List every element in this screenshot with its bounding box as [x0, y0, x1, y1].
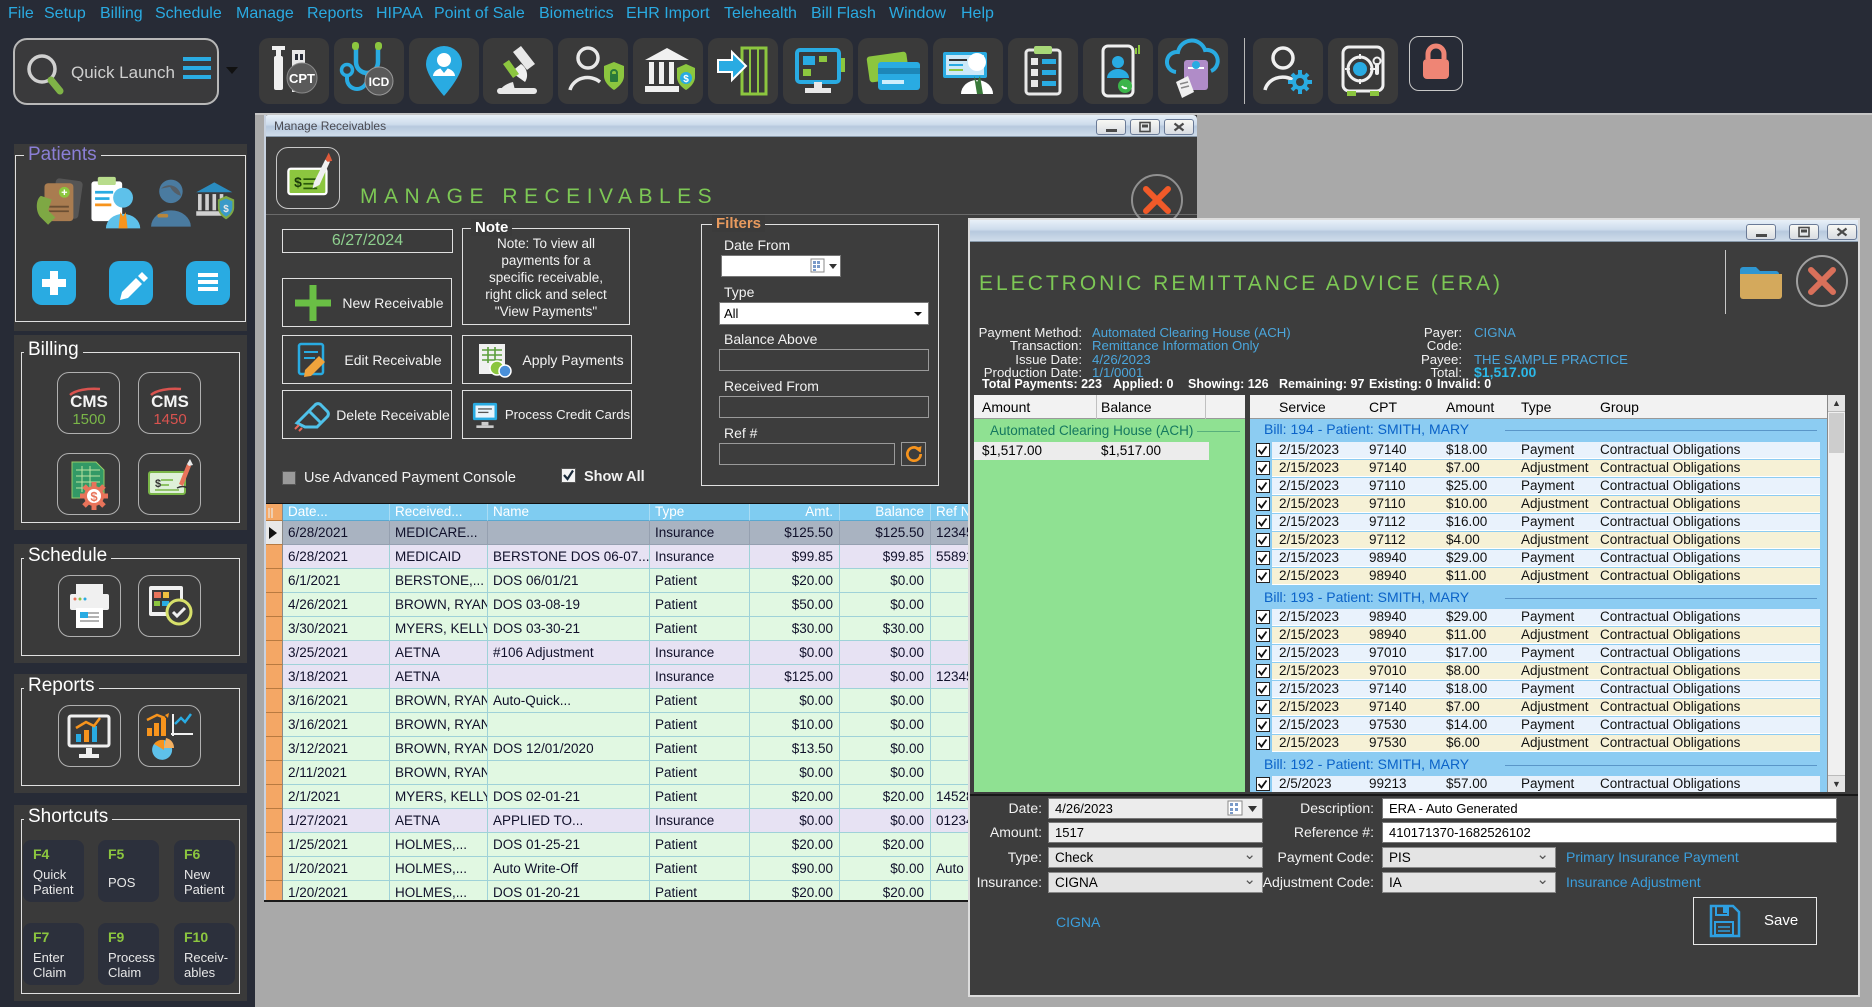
svg-text:CMS: CMS: [151, 392, 189, 411]
svg-text:$: $: [683, 74, 689, 85]
svg-text:1450: 1450: [153, 411, 186, 428]
svg-text:$: $: [155, 478, 161, 490]
svg-text:1500: 1500: [72, 411, 105, 428]
svg-text:$: $: [294, 174, 302, 190]
svg-text:CPT: CPT: [289, 71, 315, 86]
svg-text:ICD: ICD: [369, 75, 390, 89]
svg-text:$: $: [90, 489, 98, 504]
svg-text:$: $: [223, 204, 229, 215]
svg-text:CMS: CMS: [70, 392, 108, 411]
